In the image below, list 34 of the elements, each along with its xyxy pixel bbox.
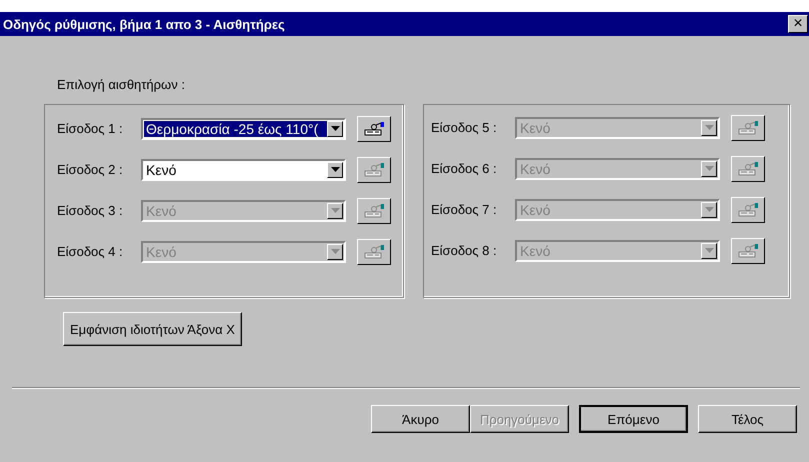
device-icon — [737, 120, 759, 136]
input-label: Είσοδος 2 : — [57, 162, 124, 177]
input-label: Είσοδος 3 : — [57, 203, 124, 218]
input-label: Είσοδος 1 : — [57, 121, 124, 136]
input-label: Είσοδος 6 : — [431, 161, 498, 176]
input-label: Είσοδος 4 : — [57, 244, 124, 259]
axis-properties-button[interactable]: Εμφάνιση ιδιοτήτων Άξονα X — [63, 312, 242, 346]
input-label: Είσοδος 8 : — [431, 243, 498, 258]
sensor-dropdown[interactable]: Κενό — [141, 158, 346, 180]
device-icon — [363, 120, 385, 136]
device-icon — [737, 202, 759, 218]
device-icon — [737, 242, 759, 258]
input-label: Είσοδος 5 : — [431, 120, 498, 135]
dropdown-value: Κενό — [145, 162, 178, 178]
input-label: Είσοδος 7 : — [431, 202, 498, 217]
wizard-button[interactable]: Επόμενο — [579, 405, 688, 433]
dropdown-value: Κενό — [145, 202, 178, 218]
dropdown-value: Κενό — [519, 242, 552, 258]
section-label: Επιλογή αισθητήρων : — [56, 76, 186, 92]
device-icon — [737, 160, 759, 176]
dropdown-value: Κενό — [519, 160, 552, 176]
settings-button[interactable] — [357, 116, 391, 142]
dropdown-value: Θερμοκρασία -25 έως 110°( — [144, 120, 327, 136]
device-icon — [363, 202, 385, 218]
device-icon — [363, 244, 385, 260]
device-icon — [363, 162, 385, 178]
sensor-dropdown[interactable]: Θερμοκρασία -25 έως 110°( — [141, 118, 346, 140]
wizard-button[interactable]: Τέλος — [698, 405, 797, 433]
close-button[interactable]: × — [788, 15, 808, 33]
dropdown-value: Κενό — [145, 244, 178, 260]
wizard-button[interactable]: Άκυρο — [371, 405, 470, 433]
window-title: Οδηγός ρύθμισης, βήμα 1 απο 3 - Αισθητήρες — [3, 16, 285, 32]
dropdown-value: Κενό — [519, 120, 552, 136]
dropdown-value: Κενό — [519, 202, 552, 218]
